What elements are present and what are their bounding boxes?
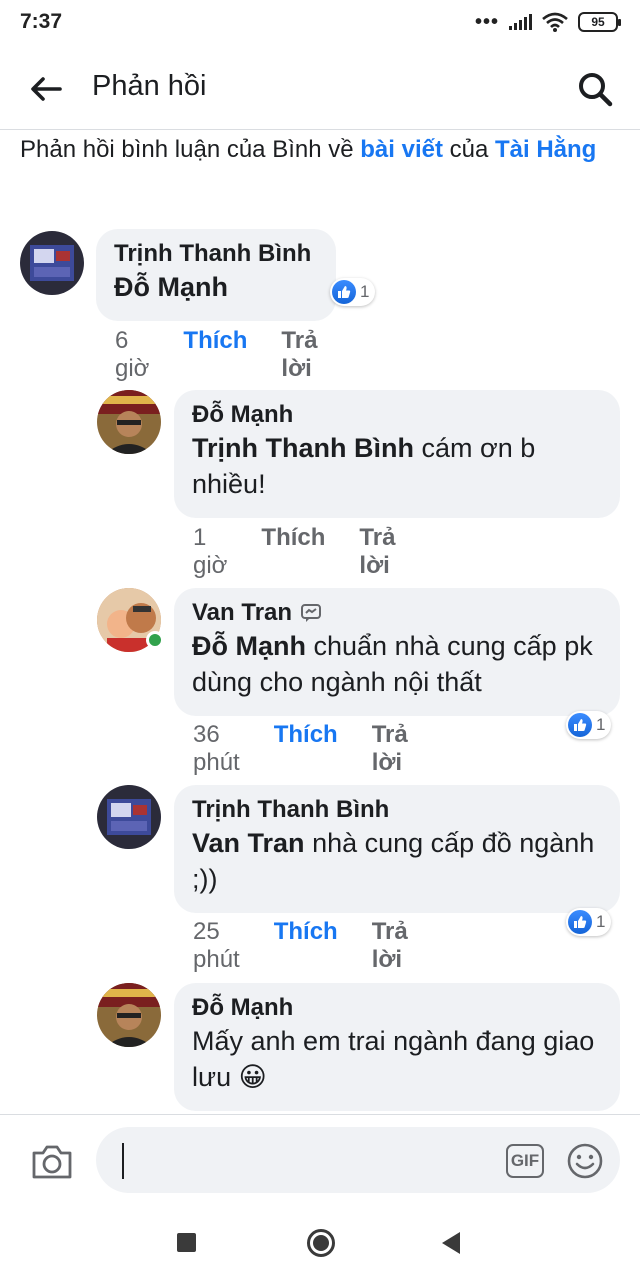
signal-icon <box>509 14 532 30</box>
comment-actions: 36 phút Thích Trả lời <box>193 721 408 777</box>
comment-author[interactable]: Đỗ Mạnh <box>192 993 602 1023</box>
header: Phản hồi <box>0 48 640 130</box>
back-triangle-icon[interactable] <box>440 1230 462 1256</box>
messenger-icon <box>301 604 322 622</box>
status-icons: ••• 95 <box>474 11 621 33</box>
comment-input[interactable]: GIF <box>96 1127 620 1193</box>
comment-author[interactable]: Trịnh Thanh Bình <box>114 239 318 269</box>
emoji-icon[interactable] <box>566 1142 604 1180</box>
like-button[interactable]: Thích <box>274 918 338 974</box>
comment-text: Đỗ Mạnh chuẩn nhà cung cấp pk dùng cho n… <box>192 628 602 700</box>
page-title: Phản hồi <box>92 70 207 102</box>
reply-context: Phản hồi bình luận của Bình về bài viết … <box>20 134 610 165</box>
avatar[interactable] <box>20 231 84 295</box>
comment-mention[interactable]: Đỗ Mạnh <box>114 272 228 302</box>
comment-text: Van Tran nhà cung cấp đồ ngành ;)) <box>192 825 602 897</box>
avatar[interactable] <box>97 390 161 454</box>
status-time: 7:37 <box>20 10 63 33</box>
comment-bubble[interactable]: Đỗ Mạnh Trịnh Thanh Bình cám ơn b nhiều! <box>174 390 620 518</box>
avatar[interactable] <box>97 785 161 849</box>
comment-text: Trịnh Thanh Bình cám ơn b nhiều! <box>192 430 602 502</box>
comment-time[interactable]: 1 giờ <box>193 524 227 580</box>
reaction-badge[interactable]: 1 <box>330 278 376 306</box>
post-link[interactable]: bài viết <box>360 136 443 163</box>
reply-button[interactable]: Trả lời <box>359 524 395 580</box>
comment-author[interactable]: Đỗ Mạnh <box>192 400 602 430</box>
like-reaction-icon <box>568 713 592 737</box>
reply-button[interactable]: Trả lời <box>372 918 408 974</box>
comment-time[interactable]: 6 giờ <box>115 327 149 383</box>
like-button[interactable]: Thích <box>261 524 325 580</box>
gif-button[interactable]: GIF <box>506 1144 544 1178</box>
comment-actions: 1 giờ Thích Trả lời <box>193 524 395 580</box>
context-middle: của <box>442 136 495 163</box>
comment-bubble[interactable]: Trịnh Thanh Bình Van Tran nhà cung cấp đ… <box>174 785 620 913</box>
comment-bubble[interactable]: Trịnh Thanh Bình Đỗ Mạnh <box>96 229 336 321</box>
like-reaction-icon <box>568 910 592 934</box>
context-prefix: Phản hồi bình luận của Bình về <box>20 136 361 163</box>
reaction-count: 1 <box>360 282 370 301</box>
comment-actions: 25 phút Thích Trả lời <box>193 918 408 974</box>
battery-icon: 95 <box>578 12 621 32</box>
comment-author[interactable]: Trịnh Thanh Bình <box>192 795 602 825</box>
text-caret <box>122 1143 124 1179</box>
comment-mention[interactable]: Đỗ Mạnh <box>192 631 306 661</box>
comment-composer: GIF <box>0 1114 640 1206</box>
like-button[interactable]: Thích <box>183 327 247 383</box>
wifi-icon <box>542 12 568 32</box>
comment-author[interactable]: Van Tran <box>192 598 602 628</box>
like-button[interactable]: Thích <box>274 721 338 777</box>
avatar[interactable] <box>97 983 161 1047</box>
reaction-count: 1 <box>596 912 606 931</box>
comment-time[interactable]: 36 phút <box>193 721 240 777</box>
status-bar: 7:37 ••• 95 <box>0 0 640 44</box>
online-status-icon <box>146 631 164 649</box>
search-icon[interactable] <box>576 70 614 108</box>
back-arrow-icon[interactable] <box>28 74 64 104</box>
system-nav-bar <box>0 1206 640 1280</box>
comment-text: Đỗ Mạnh <box>114 269 318 305</box>
reply-button[interactable]: Trả lời <box>281 327 317 383</box>
reaction-count: 1 <box>596 715 606 734</box>
comment-actions: 6 giờ Thích Trả lời <box>115 327 317 383</box>
comment-time[interactable]: 25 phút <box>193 918 240 974</box>
comment-author-name: Van Tran <box>192 599 293 626</box>
owner-link[interactable]: Tài Hằng <box>495 136 596 163</box>
comment-mention[interactable]: Van Tran <box>192 828 305 858</box>
like-reaction-icon <box>332 280 356 304</box>
reaction-badge[interactable]: 1 <box>566 711 612 739</box>
comment-mention[interactable]: Trịnh Thanh Bình <box>192 433 414 463</box>
camera-icon[interactable] <box>30 1143 74 1181</box>
reaction-badge[interactable]: 1 <box>566 908 612 936</box>
home-icon[interactable] <box>306 1228 336 1258</box>
comment-bubble[interactable]: Đỗ Mạnh Mấy anh em trai ngành đang giao … <box>174 983 620 1111</box>
recent-apps-icon[interactable] <box>177 1233 196 1252</box>
reply-button[interactable]: Trả lời <box>372 721 408 777</box>
comment-text: Mấy anh em trai ngành đang giao lưu 😀 <box>192 1026 595 1092</box>
comment-bubble[interactable]: Van Tran Đỗ Mạnh chuẩn nhà cung cấp pk d… <box>174 588 620 716</box>
more-dots-icon: ••• <box>474 11 499 33</box>
